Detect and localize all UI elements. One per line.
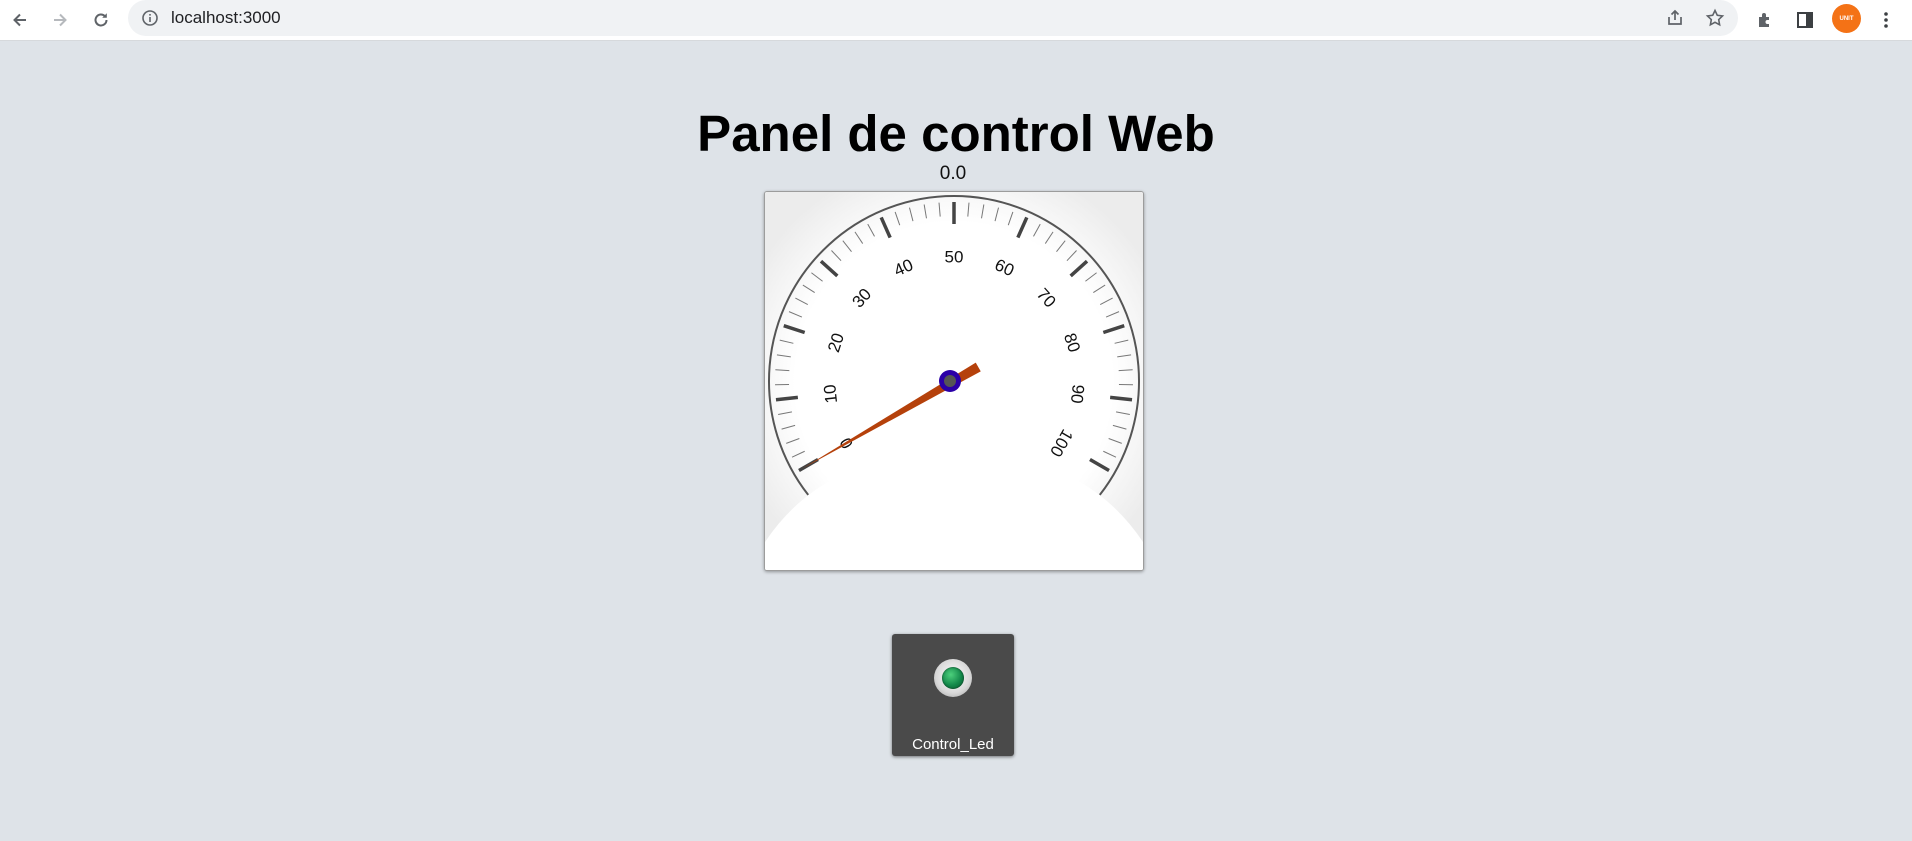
address-bar[interactable]: localhost:3000: [128, 0, 1738, 36]
gauge-dial: 0102030405060708090100: [765, 192, 1143, 570]
browser-toolbar: localhost:3000 UNIT: [0, 0, 1912, 41]
control-led-widget[interactable]: Control_Led: [892, 634, 1014, 756]
back-arrow-icon[interactable]: [5, 5, 35, 35]
speed-gauge: 0102030405060708090100: [764, 191, 1144, 571]
browser-menu-icon[interactable]: [1871, 5, 1901, 35]
share-icon[interactable]: [1661, 4, 1689, 32]
profile-badge-text: UNIT: [1839, 15, 1854, 22]
extensions-icon[interactable]: [1750, 5, 1780, 35]
forward-arrow-icon[interactable]: [45, 5, 75, 35]
bookmark-star-icon[interactable]: [1701, 4, 1729, 32]
side-panel-icon[interactable]: [1790, 5, 1820, 35]
reload-icon[interactable]: [86, 5, 116, 35]
gauge-tick-label: 10: [820, 384, 841, 405]
profile-avatar[interactable]: UNIT: [1832, 4, 1861, 33]
site-info-icon[interactable]: [141, 9, 159, 27]
gauge-tick-label: 50: [945, 247, 964, 266]
gauge-major-tick: [1109, 395, 1133, 402]
gauge-major-tick: [775, 395, 799, 402]
led-label: Control_Led: [912, 736, 994, 753]
gauge-tick-label: 90: [1067, 384, 1088, 405]
led-indicator-icon[interactable]: [934, 659, 972, 697]
url-text[interactable]: localhost:3000: [171, 8, 281, 28]
gauge-hub-center: [944, 375, 956, 387]
page-title: Panel de control Web: [697, 105, 1215, 162]
led-light: [942, 667, 964, 689]
gauge-value-readout: 0.0: [939, 163, 967, 184]
